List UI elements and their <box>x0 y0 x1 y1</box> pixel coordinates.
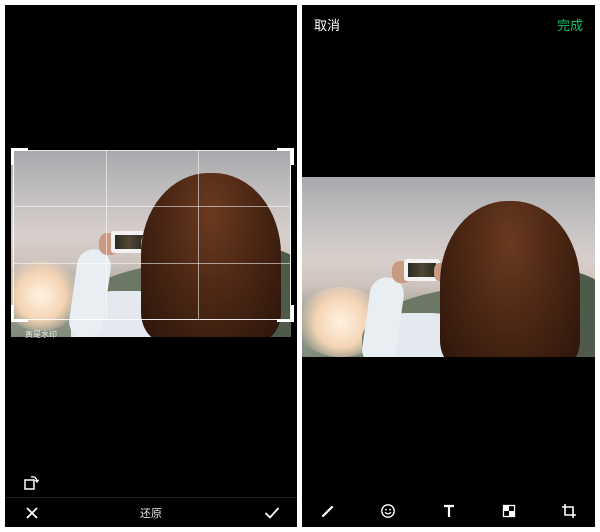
emoji-icon <box>381 504 395 518</box>
check-icon <box>264 507 280 519</box>
confirm-button[interactable] <box>261 498 283 527</box>
pen-tool[interactable] <box>318 501 338 521</box>
crop-screen: 寅是水印 还原 <box>5 5 297 527</box>
grid-line <box>106 150 107 320</box>
watermark-label: 寅是水印 <box>25 330 57 339</box>
crop-icon <box>562 504 576 518</box>
close-icon <box>26 507 38 519</box>
emoji-tool[interactable] <box>378 501 398 521</box>
crop-bottom-bar: 还原 <box>5 497 297 527</box>
crop-handle-bottom-right[interactable] <box>277 305 294 322</box>
mosaic-icon <box>502 504 516 518</box>
restore-button[interactable]: 还原 <box>131 498 171 527</box>
restore-label: 还原 <box>140 507 162 520</box>
grid-line <box>13 263 291 264</box>
text-tool[interactable] <box>439 501 459 521</box>
crop-handle-bottom-left[interactable] <box>11 305 28 322</box>
grid-line <box>198 150 199 320</box>
done-button[interactable]: 完成 <box>557 15 583 34</box>
edited-photo <box>302 177 595 357</box>
mosaic-tool[interactable] <box>499 501 519 521</box>
cancel-button[interactable]: 取消 <box>314 15 340 34</box>
close-button[interactable] <box>21 498 43 527</box>
rotate-icon <box>24 476 40 490</box>
crop-tool[interactable] <box>559 501 579 521</box>
grid-line <box>13 206 291 207</box>
edit-toolbar <box>302 501 595 523</box>
rotate-button[interactable] <box>23 473 41 491</box>
crop-handle-top-left[interactable] <box>11 148 28 165</box>
edit-screen: 取消 完成 <box>302 5 595 527</box>
crop-frame[interactable] <box>13 150 291 320</box>
crop-handle-top-right[interactable] <box>277 148 294 165</box>
pen-icon <box>321 505 334 518</box>
text-icon <box>444 504 454 517</box>
